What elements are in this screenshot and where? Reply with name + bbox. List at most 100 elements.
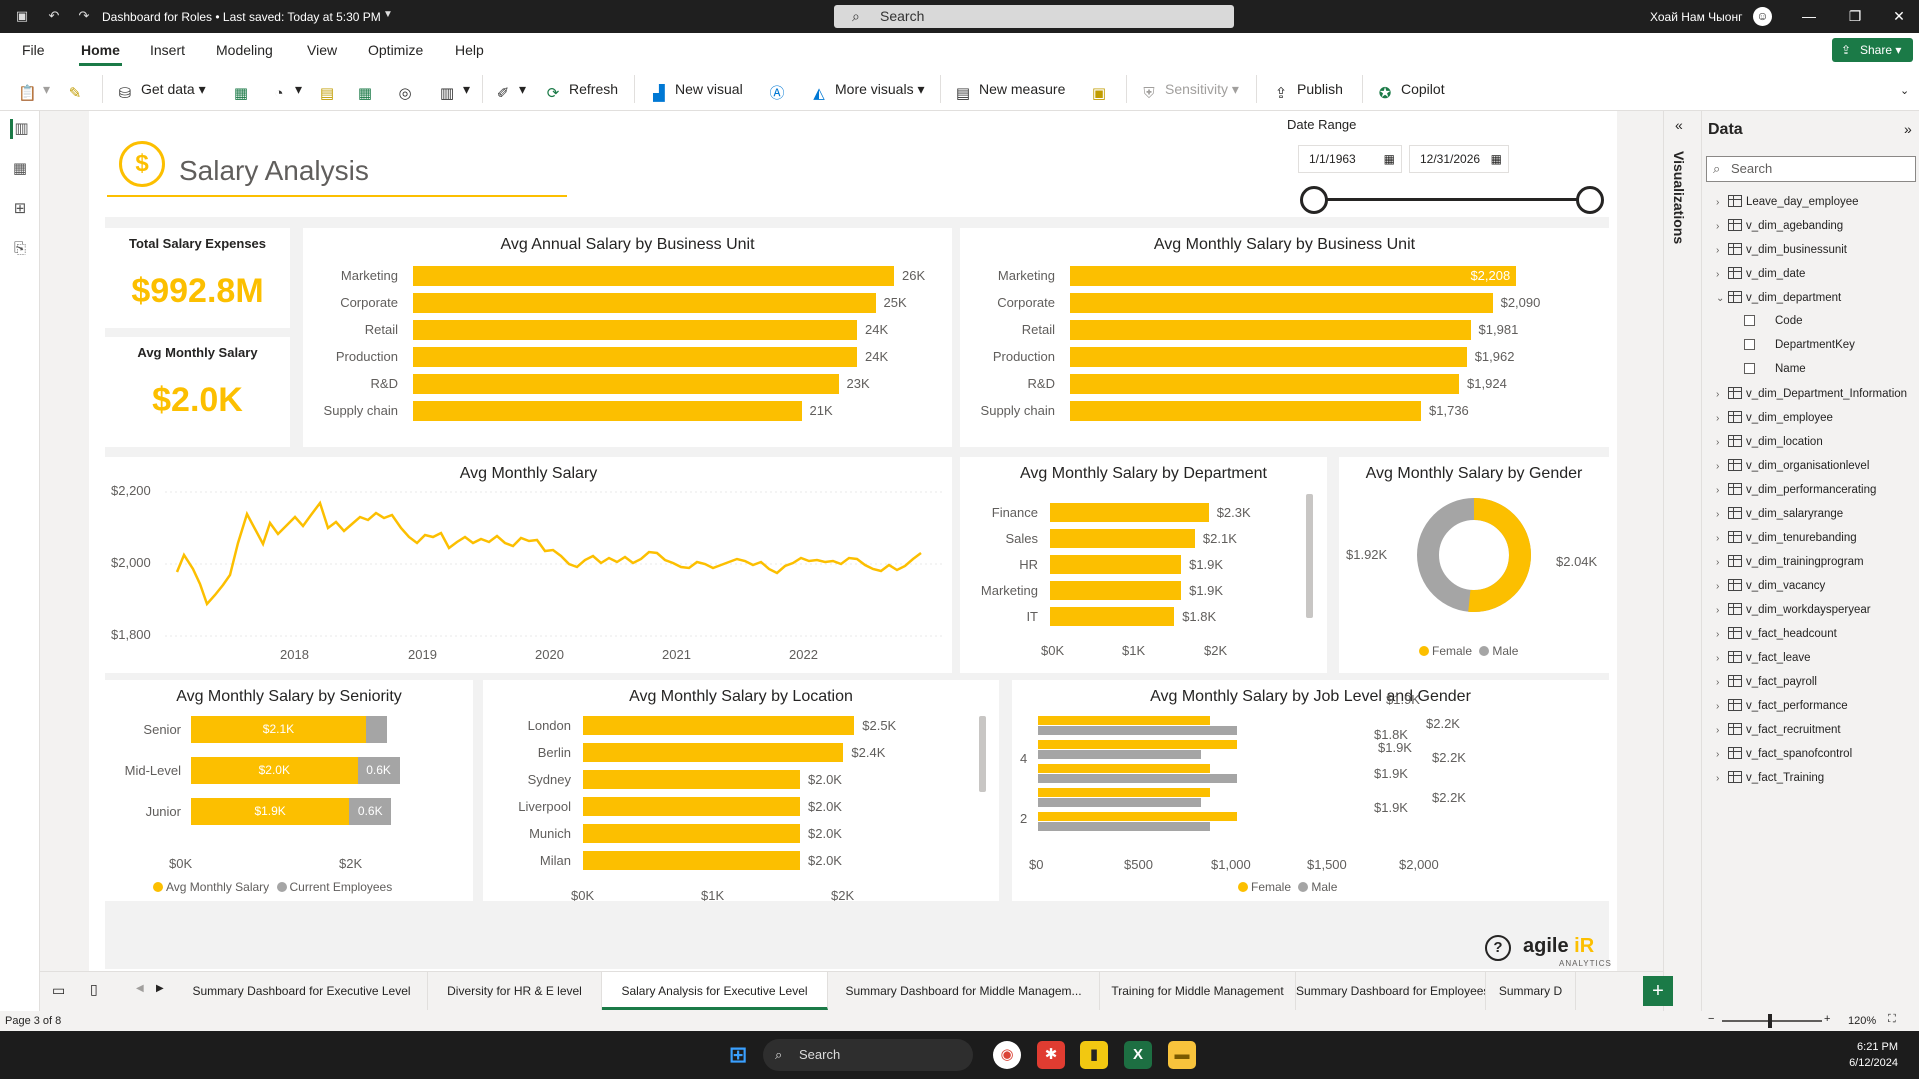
zoom-out-icon[interactable]: − (1708, 1013, 1714, 1025)
title-dropdown-icon[interactable]: ▼ (380, 7, 396, 23)
text-box-button[interactable]: Ⓐ (768, 79, 793, 102)
end-date-input[interactable]: 12/31/2026 ▦ (1409, 145, 1509, 173)
chevron-down-icon[interactable]: ⌄ (1716, 293, 1728, 304)
avatar[interactable]: ☺ (1753, 7, 1772, 26)
bar-male[interactable] (1038, 798, 1201, 807)
chevron-right-icon[interactable]: › (1716, 437, 1728, 448)
enter-data-button[interactable]: ▦ (356, 79, 381, 102)
get-data-button[interactable]: ⛁ Get data ▾ (116, 79, 206, 102)
menu-file[interactable]: File (22, 42, 45, 58)
chevron-right-icon[interactable]: › (1716, 509, 1728, 520)
visualizations-pane[interactable]: « Visualizations (1663, 111, 1701, 1017)
chart-salary-by-job-level-gender[interactable]: Avg Monthly Salary by Job Level and Gend… (1012, 680, 1609, 901)
field-table[interactable]: ⌄ v_dim_department (1716, 291, 1841, 304)
minimize-icon[interactable]: — (1794, 6, 1824, 26)
redo-icon[interactable]: ↷ (76, 8, 92, 24)
chrome-icon[interactable]: ◉ (993, 1041, 1021, 1069)
field-table[interactable]: › v_fact_Training (1716, 771, 1824, 784)
menu-insert[interactable]: Insert (150, 42, 185, 58)
page-tab[interactable]: Diversity for HR & E level (428, 972, 602, 1010)
bar[interactable] (1050, 581, 1182, 600)
field-table[interactable]: › v_fact_payroll (1716, 675, 1817, 688)
page-tab[interactable]: Summary Dashboard for Middle Managem... (828, 972, 1100, 1010)
field-table[interactable]: › v_dim_tenurebanding (1716, 531, 1857, 544)
chart-avg-monthly-salary-line[interactable]: Avg Monthly Salary $2,200 $2,000 $1,800 … (105, 457, 952, 673)
recent-sources-button[interactable]: ▥ ▾ (438, 79, 470, 102)
sql-button[interactable]: ▤ (318, 79, 343, 102)
chart-salary-by-gender[interactable]: Avg Monthly Salary by Gender $1.92K $2.0… (1339, 457, 1609, 673)
app-icon[interactable]: ✱ (1037, 1041, 1065, 1069)
chevron-right-icon[interactable]: › (1716, 461, 1728, 472)
bar[interactable] (1070, 266, 1517, 286)
chevron-right-icon[interactable]: › (1716, 221, 1728, 232)
scrollbar[interactable] (979, 716, 986, 792)
prev-page-icon[interactable]: ◀ (136, 983, 144, 994)
chevron-right-icon[interactable]: › (1716, 389, 1728, 400)
scrollbar[interactable] (1306, 494, 1313, 618)
chevron-right-icon[interactable]: › (1716, 413, 1728, 424)
powerbi-icon[interactable]: ▮ (1080, 1041, 1108, 1069)
undo-icon[interactable]: ↶ (46, 8, 62, 24)
sensitivity-button[interactable]: ⛨ Sensitivity ▾ (1140, 79, 1239, 102)
date-slider-start-handle[interactable] (1300, 186, 1328, 214)
field-table[interactable]: › Leave_day_employee (1716, 195, 1859, 208)
menu-home[interactable]: Home (79, 42, 122, 66)
field-table[interactable]: › v_dim_workdaysperyear (1716, 603, 1871, 616)
bar-female[interactable] (1038, 788, 1210, 797)
zoom-slider-handle[interactable] (1768, 1014, 1772, 1028)
desktop-layout-icon[interactable]: ▭ (52, 982, 65, 999)
field-column[interactable]: DepartmentKey (1744, 339, 1855, 351)
title-search-input[interactable]: ⌕ Search (834, 5, 1234, 28)
bar[interactable] (413, 320, 857, 340)
menu-modeling[interactable]: Modeling (216, 42, 273, 58)
field-table[interactable]: › v_fact_leave (1716, 651, 1811, 664)
bar[interactable] (1050, 555, 1182, 574)
bar[interactable] (1070, 320, 1471, 340)
page-tab[interactable]: Summary Dashboard for Employees (1296, 972, 1486, 1010)
checkbox[interactable] (1744, 363, 1755, 374)
bar[interactable] (1070, 401, 1422, 421)
document-title[interactable]: Dashboard for Roles • Last saved: Today … (102, 10, 381, 24)
chevron-right-icon[interactable]: › (1716, 653, 1728, 664)
restore-icon[interactable]: ❐ (1840, 6, 1870, 26)
report-view-icon[interactable]: ▥ (10, 119, 30, 139)
bar[interactable] (583, 797, 800, 816)
calendar-icon[interactable]: ▦ (1491, 146, 1502, 172)
chevron-right-icon[interactable]: › (1716, 245, 1728, 256)
page-tab[interactable]: Training for Middle Management (1100, 972, 1296, 1010)
clock[interactable]: 6:21 PM 6/12/2024 (1828, 1039, 1898, 1071)
mobile-layout-icon[interactable]: ▯ (90, 981, 98, 998)
format-painter-button[interactable]: ✎ (66, 79, 91, 102)
bar[interactable] (583, 851, 800, 870)
chevron-right-icon[interactable]: › (1716, 269, 1728, 280)
new-measure-button[interactable]: ▤ New measure (954, 79, 1065, 102)
zoom-in-icon[interactable]: + (1824, 1013, 1830, 1025)
bar[interactable] (583, 824, 800, 843)
bar[interactable] (583, 716, 855, 735)
field-table[interactable]: › v_dim_vacancy (1716, 579, 1825, 592)
chart-salary-by-seniority[interactable]: Avg Monthly Salary by Seniority $0K $2K … (105, 680, 473, 901)
page-tab[interactable]: Salary Analysis for Executive Level (602, 972, 828, 1010)
folder-icon[interactable]: ▬ (1168, 1041, 1196, 1069)
fit-page-icon[interactable]: ⛶ (1888, 1013, 1896, 1026)
close-icon[interactable]: ✕ (1884, 6, 1914, 26)
dataverse-button[interactable]: ◎ (396, 79, 421, 102)
field-table[interactable]: › v_dim_Department_Information (1716, 387, 1907, 400)
calendar-icon[interactable]: ▦ (1384, 146, 1395, 172)
chevron-right-icon[interactable]: › (1716, 557, 1728, 568)
collapse-pane-icon[interactable]: » (1904, 121, 1912, 137)
zoom-level[interactable]: 120% (1848, 1015, 1876, 1027)
chevron-right-icon[interactable]: › (1716, 485, 1728, 496)
ribbon-collapse-icon[interactable]: ⌄ (1900, 81, 1909, 101)
chevron-right-icon[interactable]: › (1716, 773, 1728, 784)
bar[interactable] (1070, 374, 1460, 394)
field-table[interactable]: › v_dim_trainingprogram (1716, 555, 1864, 568)
bar-female[interactable] (1038, 812, 1238, 821)
bar[interactable] (413, 374, 839, 394)
page-tab[interactable]: Summary Dashboard for Executive Level (176, 972, 428, 1010)
bar[interactable] (1070, 347, 1467, 367)
chevron-right-icon[interactable]: › (1716, 533, 1728, 544)
field-column[interactable]: Name (1744, 363, 1806, 375)
chart-annual-salary-by-bu[interactable]: Avg Annual Salary by Business Unit Marke… (303, 228, 952, 447)
field-table[interactable]: › v_dim_employee (1716, 411, 1833, 424)
